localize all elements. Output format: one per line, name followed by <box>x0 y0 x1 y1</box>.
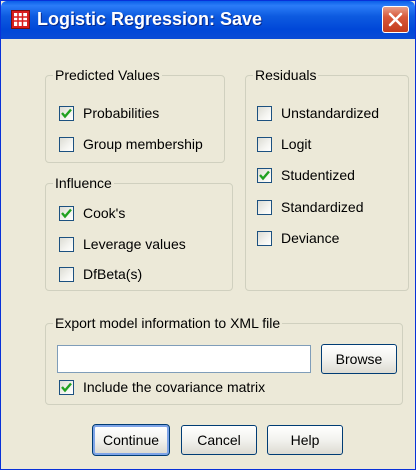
spreadsheet-icon <box>11 10 30 29</box>
checkmark-icon <box>61 108 72 118</box>
cancel-button[interactable]: Cancel <box>181 425 257 455</box>
close-icon <box>388 12 403 27</box>
dfbeta-checkbox[interactable]: DfBeta(s) <box>59 264 142 284</box>
dialog-window: Logistic Regression: Save Predicted Valu… <box>0 0 416 470</box>
deviance-label: Deviance <box>281 230 340 246</box>
checkbox-box[interactable] <box>257 136 272 152</box>
checkmark-icon <box>61 208 72 218</box>
export-legend: Export model information to XML file <box>53 315 283 331</box>
predicted-values-legend: Predicted Values <box>53 67 162 83</box>
window-title: Logistic Regression: Save <box>37 9 263 29</box>
unstandardized-checkbox[interactable]: Unstandardized <box>257 103 379 123</box>
group-membership-checkbox[interactable]: Group membership <box>59 134 203 154</box>
cooks-label: Cook's <box>83 205 126 221</box>
dfbeta-label: DfBeta(s) <box>83 266 143 282</box>
close-button[interactable] <box>382 6 409 33</box>
checkbox-box[interactable] <box>59 136 74 152</box>
checkbox-box[interactable] <box>59 105 74 121</box>
deviance-checkbox[interactable]: Deviance <box>257 228 339 248</box>
checkbox-box[interactable] <box>59 236 74 252</box>
checkbox-box[interactable] <box>59 266 74 282</box>
xml-file-input[interactable] <box>57 345 311 373</box>
studentized-label: Studentized <box>281 167 355 183</box>
title-bar[interactable]: Logistic Regression: Save <box>1 1 415 39</box>
group-membership-label: Group membership <box>83 136 203 152</box>
influence-legend: Influence <box>53 175 114 191</box>
cooks-checkbox[interactable]: Cook's <box>59 203 125 223</box>
cancel-label: Cancel <box>197 432 241 448</box>
browse-button[interactable]: Browse <box>321 344 397 374</box>
checkbox-box[interactable] <box>59 205 74 221</box>
help-label: Help <box>290 432 320 448</box>
unstandardized-label: Unstandardized <box>281 105 380 121</box>
leverage-values-label: Leverage values <box>83 236 186 252</box>
leverage-values-checkbox[interactable]: Leverage values <box>59 234 186 254</box>
checkbox-box[interactable] <box>257 167 272 183</box>
continue-label: Continue <box>102 432 160 448</box>
checkmark-icon <box>259 170 270 180</box>
browse-label: Browse <box>335 351 383 367</box>
include-covariance-label: Include the covariance matrix <box>83 379 266 395</box>
checkmark-icon <box>61 382 72 392</box>
studentized-checkbox[interactable]: Studentized <box>257 165 355 185</box>
logit-label: Logit <box>281 136 312 152</box>
checkbox-box[interactable] <box>257 105 272 121</box>
logit-checkbox[interactable]: Logit <box>257 134 311 154</box>
standardized-label: Standardized <box>281 199 364 215</box>
checkbox-box[interactable] <box>257 230 272 246</box>
continue-button[interactable]: Continue <box>92 424 170 456</box>
standardized-checkbox[interactable]: Standardized <box>257 197 364 217</box>
checkbox-box[interactable] <box>257 199 272 215</box>
include-covariance-checkbox[interactable]: Include the covariance matrix <box>59 377 265 397</box>
residuals-legend: Residuals <box>253 67 319 83</box>
checkbox-box[interactable] <box>59 379 74 395</box>
probabilities-checkbox[interactable]: Probabilities <box>59 103 159 123</box>
help-button[interactable]: Help <box>267 425 343 455</box>
probabilities-label: Probabilities <box>83 105 160 121</box>
